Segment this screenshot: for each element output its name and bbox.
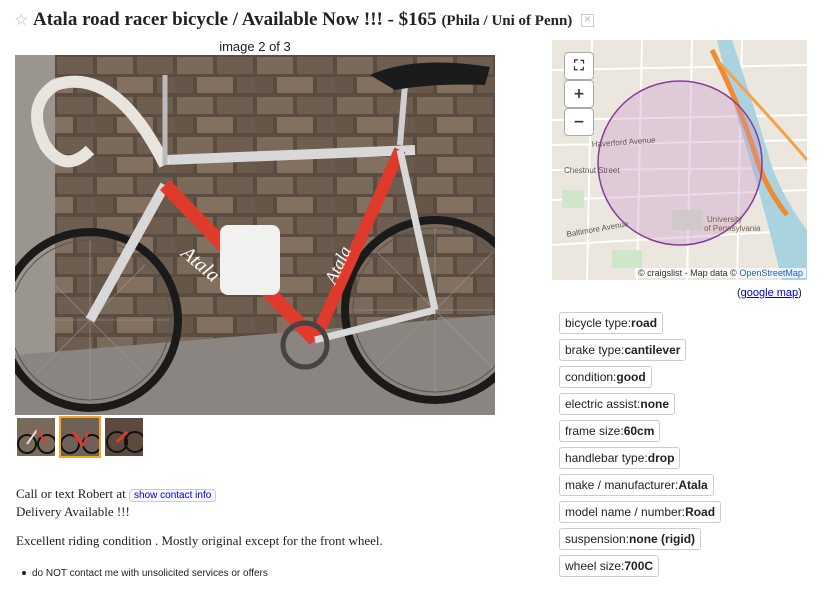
show-contact-info-button[interactable]: show contact info — [129, 489, 217, 502]
attr-condition: condition: good — [559, 366, 652, 388]
posting-body: Call or text Robert at show contact info… — [16, 486, 217, 519]
posting-title: Atala road racer bicycle / Available Now… — [33, 9, 595, 31]
attr-label: wheel size: — [565, 559, 625, 573]
attr-label: model name / number: — [565, 505, 686, 519]
map-credit: © craigslist - Map data © OpenStreetMap — [635, 268, 806, 278]
attr-label: condition: — [565, 370, 617, 384]
contact-line: Call or text Robert at — [16, 486, 126, 501]
attribute-list: bicycle type: road brake type: cantileve… — [559, 312, 722, 582]
attr-value: none — [640, 397, 670, 411]
thumbnail-image — [61, 418, 99, 456]
attr-label: suspension: — [565, 532, 630, 546]
favorite-star-icon[interactable]: ☆ — [14, 10, 28, 30]
attr-make: make / manufacturer: Atala — [559, 474, 714, 496]
delivery-line: Delivery Available !!! — [16, 503, 130, 519]
attr-value: Atala — [678, 478, 708, 492]
attr-model: model name / number: Road — [559, 501, 722, 523]
map-label-upenn-2: of Pennsylvania — [704, 224, 761, 233]
posting-location: (Phila / Uni of Penn) — [441, 13, 573, 29]
attr-brake-type: brake type: cantilever — [559, 339, 687, 361]
attr-label: make / manufacturer: — [565, 478, 679, 492]
attr-value: cantilever — [624, 343, 681, 357]
thumbnail-1[interactable] — [15, 416, 57, 458]
attr-label: frame size: — [565, 424, 624, 438]
attr-value: Road — [685, 505, 716, 519]
thumbnail-image — [105, 418, 143, 456]
google-map-link[interactable]: google map — [741, 287, 799, 299]
attr-value: 700C — [624, 559, 654, 573]
openstreetmap-link[interactable]: OpenStreetMap — [739, 268, 803, 278]
attr-value: none (rigid) — [629, 532, 696, 546]
main-image[interactable]: Atala Atala — [15, 55, 495, 415]
attr-value: good — [616, 370, 646, 384]
attr-label: electric assist: — [565, 397, 641, 411]
zoom-in-button[interactable]: + — [564, 80, 594, 108]
bullet-icon — [22, 571, 26, 576]
thumbnail-image — [17, 418, 55, 456]
attr-value: drop — [647, 451, 675, 465]
notice-text: do NOT contact me with unsolicited servi… — [32, 568, 268, 579]
attr-label: bicycle type: — [565, 316, 632, 330]
map-label-chestnut: Chestnut Street — [564, 166, 620, 175]
attr-bicycle-type: bicycle type: road — [559, 312, 664, 334]
attr-label: handlebar type: — [565, 451, 648, 465]
map-credit-text: © craigslist - Map data © — [638, 268, 737, 278]
attr-value: road — [631, 316, 658, 330]
fullscreen-icon[interactable]: ⛶ — [564, 52, 594, 80]
attr-handlebar-type: handlebar type: drop — [559, 447, 681, 469]
google-map-link-wrapper: (google map) — [737, 287, 802, 299]
bicycle-photo: Atala Atala — [15, 55, 495, 415]
description: Excellent riding condition . Mostly orig… — [16, 533, 383, 548]
attr-label: brake type: — [565, 343, 625, 357]
attr-value: 60cm — [623, 424, 655, 438]
thumbnail-2[interactable] — [59, 416, 101, 458]
thumbnail-3[interactable] — [103, 416, 145, 458]
thumbnail-strip — [15, 416, 145, 458]
hide-posting-icon[interactable]: ✕ — [581, 14, 595, 28]
attr-suspension: suspension: none (rigid) — [559, 528, 702, 550]
attr-wheel-size: wheel size: 700C — [559, 555, 660, 577]
map-label-upenn: University — [707, 215, 742, 224]
zoom-out-button[interactable]: − — [564, 108, 594, 136]
attr-electric-assist: electric assist: none — [559, 393, 676, 415]
notice-list-item: do NOT contact me with unsolicited servi… — [22, 568, 268, 579]
image-counter: image 2 of 3 — [219, 39, 291, 54]
attr-frame-size: frame size: 60cm — [559, 420, 661, 442]
posting-title-text: Atala road racer bicycle / Available Now… — [33, 9, 437, 30]
